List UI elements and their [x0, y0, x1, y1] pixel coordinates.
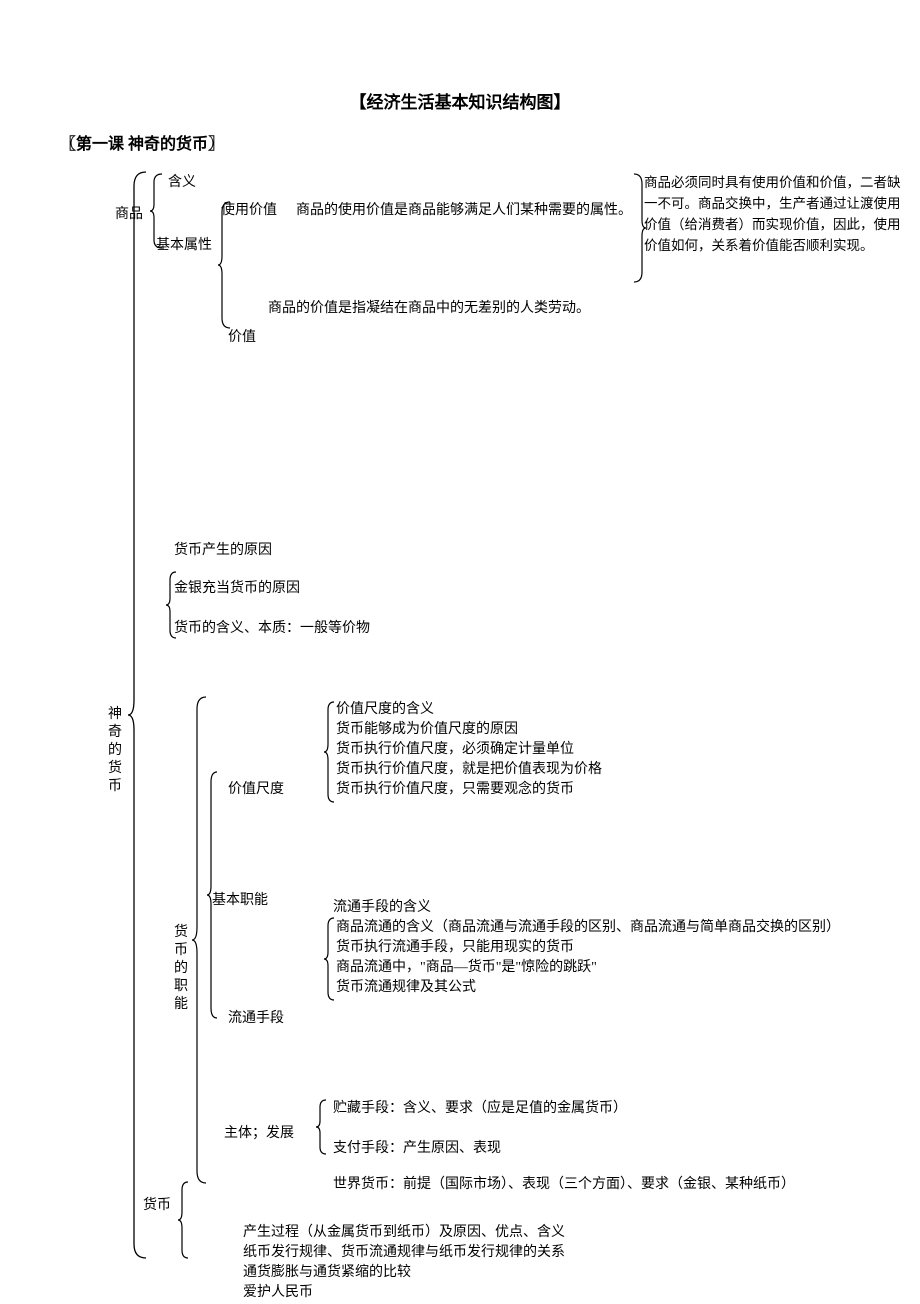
lts-hanyi: 流通手段的含义 [333, 898, 431, 918]
node-jiben-shuxing: 基本属性 [156, 235, 212, 257]
note-right: 商品必须同时具有使用价值和价值，二者缺一不可。商品交换中，生产者通过让渡使用价值… [644, 172, 904, 256]
jcd-item-3: 货币执行价值尺度，就是把价值表现为价格 [336, 760, 602, 780]
bottom-item-0: 产生过程（从金属货币到纸币）及原因、优点、含义 [243, 1223, 565, 1243]
jcd-item-1: 货币能够成为价值尺度的原因 [336, 720, 518, 740]
node-huobi-zhineng: 货 币 的 职 能 [174, 924, 190, 1014]
node-shijie-huobi: 世界货币：前提（国际市场）、表现（三个方面）、要求（金银、某种纸币） [333, 1174, 795, 1196]
node-huobi-chansheng: 货币产生的原因 [174, 540, 272, 562]
page-title: 【经济生活基本知识结构图】 [0, 88, 920, 113]
brace-jiben-zhineng [207, 770, 221, 1020]
node-huobi-label: 货币 [143, 1195, 171, 1217]
bottom-item-3: 爱护人民币 [243, 1283, 313, 1303]
bottom-item-1: 纸币发行规律、货币流通规律与纸币发行规律的关系 [243, 1243, 565, 1263]
desc-jiazhi: 商品的价值是指凝结在商品中的无差别的人类劳动。 [268, 298, 590, 320]
node-jinyin: 金银充当货币的原因 [174, 578, 300, 600]
desc-shiyong-jiazhi: 商品的使用价值是商品能够满足人们某种需要的属性。 [296, 200, 632, 222]
node-huobi-hanyi-benzhi: 货币的含义、本质：一般等价物 [174, 618, 370, 640]
brace-huobi-bottom [178, 1180, 192, 1260]
node-shiyong-jiazhi: 使用价值 [221, 200, 277, 222]
lts-item-3: 货币流通规律及其公式 [336, 978, 476, 998]
root-brace [128, 170, 150, 1260]
brace-note-right [632, 172, 646, 284]
jcd-item-2: 货币执行价值尺度，必须确定计量单位 [336, 740, 574, 760]
lesson-subtitle: 〖第一课 神奇的货币〗 [60, 130, 224, 154]
node-zhifu: 支付手段：产生原因、表现 [333, 1138, 501, 1160]
node-hanyi: 含义 [168, 172, 196, 194]
node-jiazhi: 价值 [228, 327, 256, 349]
lts-item-1: 货币执行流通手段，只能用现实的货币 [336, 938, 574, 958]
node-zhucang: 贮藏手段：含义、要求（应是足值的金属货币） [333, 1098, 627, 1120]
lts-item-0: 商品流通的含义（商品流通与流通手段的区别、商品流通与简单商品交换的区别） [336, 918, 840, 938]
root-label: 神 奇 的 货 币 [108, 706, 124, 796]
node-shangpin: 商品 [115, 204, 143, 226]
jcd-item-4: 货币执行价值尺度，只需要观念的货币 [336, 780, 574, 800]
lts-item-2: 商品流通中，"商品—货币"是"惊险的跳跃" [336, 958, 597, 978]
node-liutong-shouduan: 流通手段 [228, 1008, 284, 1030]
jcd-item-0: 价值尺度的含义 [336, 700, 434, 720]
page: 【经济生活基本知识结构图】 〖第一课 神奇的货币〗 神 奇 的 货 币 商品 含… [0, 0, 920, 1304]
bottom-item-2: 通货膨胀与通货紧缩的比较 [243, 1263, 411, 1283]
brace-zhuti [316, 1098, 330, 1156]
node-jiazhi-chidu: 价值尺度 [228, 779, 284, 801]
node-zhuti-fazhan: 主体；发展 [224, 1123, 294, 1145]
